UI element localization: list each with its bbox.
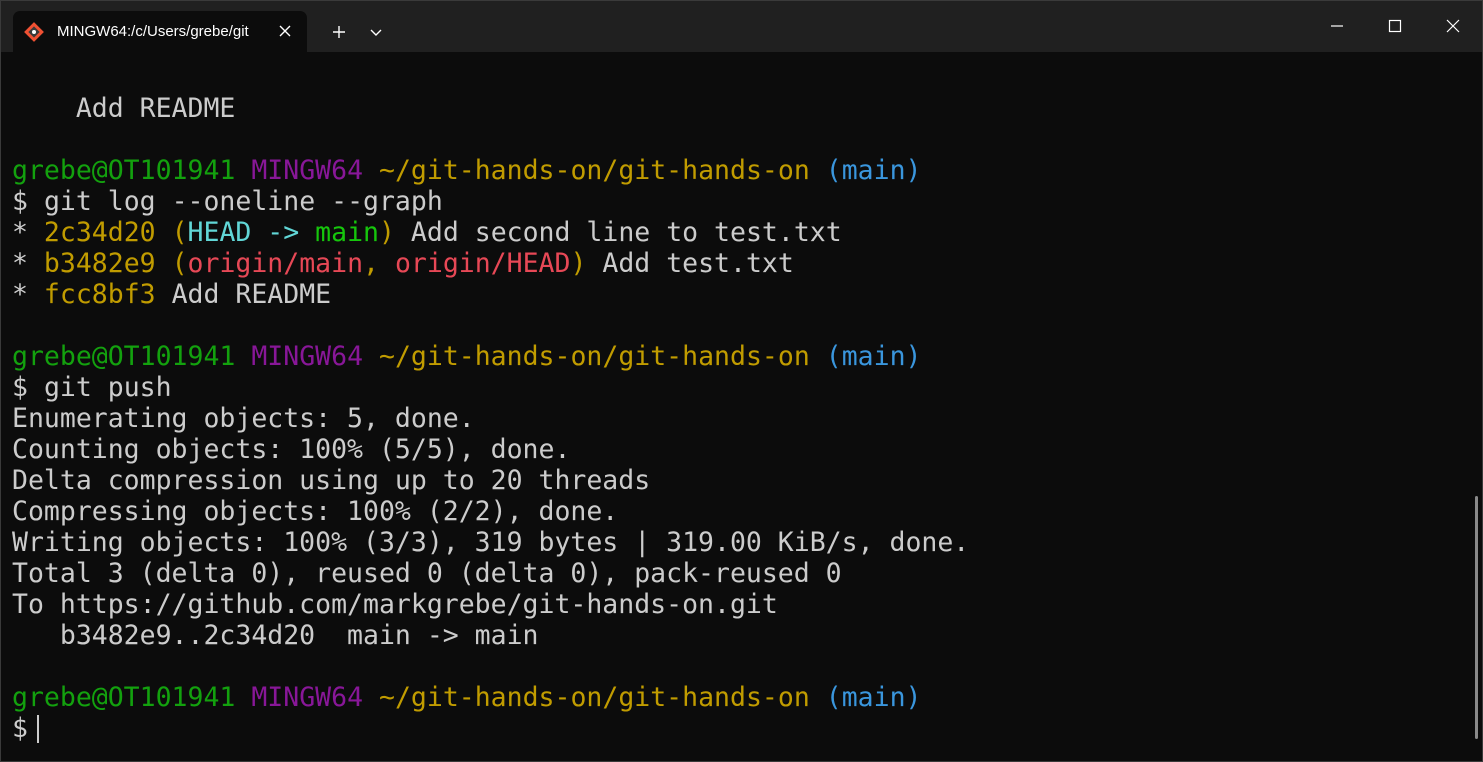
minimize-button[interactable]	[1309, 1, 1366, 52]
command-text: git push	[43, 372, 172, 403]
output-line: Enumerating objects: 5, done.	[12, 403, 475, 434]
terminal-output[interactable]: Add README grebe@OT101941 MINGW64 ~/git-…	[1, 52, 1473, 761]
graph-star: *	[12, 248, 44, 279]
log-line: * 2c34d20 (HEAD -> main) Add second line…	[12, 217, 842, 248]
graph-star: *	[12, 217, 44, 248]
prompt-shell: MINGW64	[251, 341, 364, 372]
ref-remote: origin/main	[187, 248, 364, 279]
prompt-line: grebe@OT101941 MINGW64 ~/git-hands-on/gi…	[12, 155, 921, 186]
maximize-button[interactable]	[1367, 1, 1424, 52]
ref-close: )	[570, 248, 587, 279]
tab-mingw64[interactable]: MINGW64:/c/Users/grebe/git	[13, 11, 307, 52]
commit-message: Add second line to test.txt	[394, 217, 842, 248]
prompt-path: ~/git-hands-on/git-hands-on	[379, 682, 810, 713]
close-icon	[1446, 19, 1460, 33]
prompt-path: ~/git-hands-on/git-hands-on	[379, 341, 810, 372]
log-line: * b3482e9 (origin/main, origin/HEAD) Add…	[12, 248, 794, 279]
ref-open: (	[155, 248, 188, 279]
prompt-branch: (main)	[825, 682, 922, 713]
text-cursor	[36, 715, 39, 743]
output-line: Total 3 (delta 0), reused 0 (delta 0), p…	[12, 558, 842, 589]
command-line: $ git push	[12, 372, 172, 403]
ref-remote-head: origin/HEAD	[394, 248, 571, 279]
maximize-icon	[1388, 19, 1402, 33]
output-line: Writing objects: 100% (3/3), 319 bytes |…	[12, 527, 970, 558]
scrollbar-thumb[interactable]	[1475, 496, 1478, 739]
close-icon[interactable]	[277, 23, 293, 39]
graph-star: *	[12, 279, 44, 310]
prompt-symbol: $	[12, 713, 28, 744]
output-line: b3482e9..2c34d20 main -> main	[12, 620, 539, 651]
prompt-line: grebe@OT101941 MINGW64 ~/git-hands-on/gi…	[12, 341, 921, 372]
ref-sep: ,	[363, 248, 395, 279]
prompt-user: grebe@OT101941	[12, 155, 236, 186]
prompt-symbol: $	[12, 186, 28, 217]
command-line: $ git log --oneline --graph	[12, 186, 443, 217]
prompt-user: grebe@OT101941	[12, 682, 236, 713]
prompt-user: grebe@OT101941	[12, 341, 236, 372]
prompt-branch: (main)	[825, 341, 922, 372]
prompt-symbol: $	[12, 372, 28, 403]
ref-branch: main	[315, 217, 379, 248]
output-line: Delta compression using up to 20 threads	[12, 465, 651, 496]
log-line: * fcc8bf3 Add README	[12, 279, 331, 310]
prompt-line: grebe@OT101941 MINGW64 ~/git-hands-on/gi…	[12, 682, 921, 713]
git-bash-icon	[24, 22, 44, 42]
ref-close: )	[379, 217, 395, 248]
title-bar: MINGW64:/c/Users/grebe/git	[1, 1, 1482, 52]
chevron-down-icon[interactable]	[369, 25, 383, 39]
terminal-window: MINGW64:/c/Users/grebe/git Add README gr…	[0, 0, 1483, 762]
output-line: To https://github.com/markgrebe/git-hand…	[12, 589, 778, 620]
prompt-path: ~/git-hands-on/git-hands-on	[379, 155, 810, 186]
commit-message: Add test.txt	[586, 248, 794, 279]
output-line: Compressing objects: 100% (2/2), done.	[12, 496, 619, 527]
commit-hash: b3482e9	[43, 248, 156, 279]
tab-title: MINGW64:/c/Users/grebe/git	[57, 23, 249, 40]
plus-icon[interactable]	[330, 23, 348, 41]
output-line: Counting objects: 100% (5/5), done.	[12, 434, 571, 465]
prompt-branch: (main)	[825, 155, 922, 186]
minimize-icon	[1331, 25, 1343, 27]
commit-hash: fcc8bf3	[43, 279, 156, 310]
command-text: git log --oneline --graph	[43, 186, 443, 217]
prompt-shell: MINGW64	[251, 682, 364, 713]
ref-open: (	[155, 217, 188, 248]
commit-hash: 2c34d20	[43, 217, 156, 248]
prompt-shell: MINGW64	[251, 155, 364, 186]
output-line: Add README	[12, 93, 236, 124]
commit-message: Add README	[155, 279, 332, 310]
command-line: $	[12, 713, 39, 744]
ref-head: HEAD ->	[187, 217, 316, 248]
close-window-button[interactable]	[1425, 1, 1482, 52]
